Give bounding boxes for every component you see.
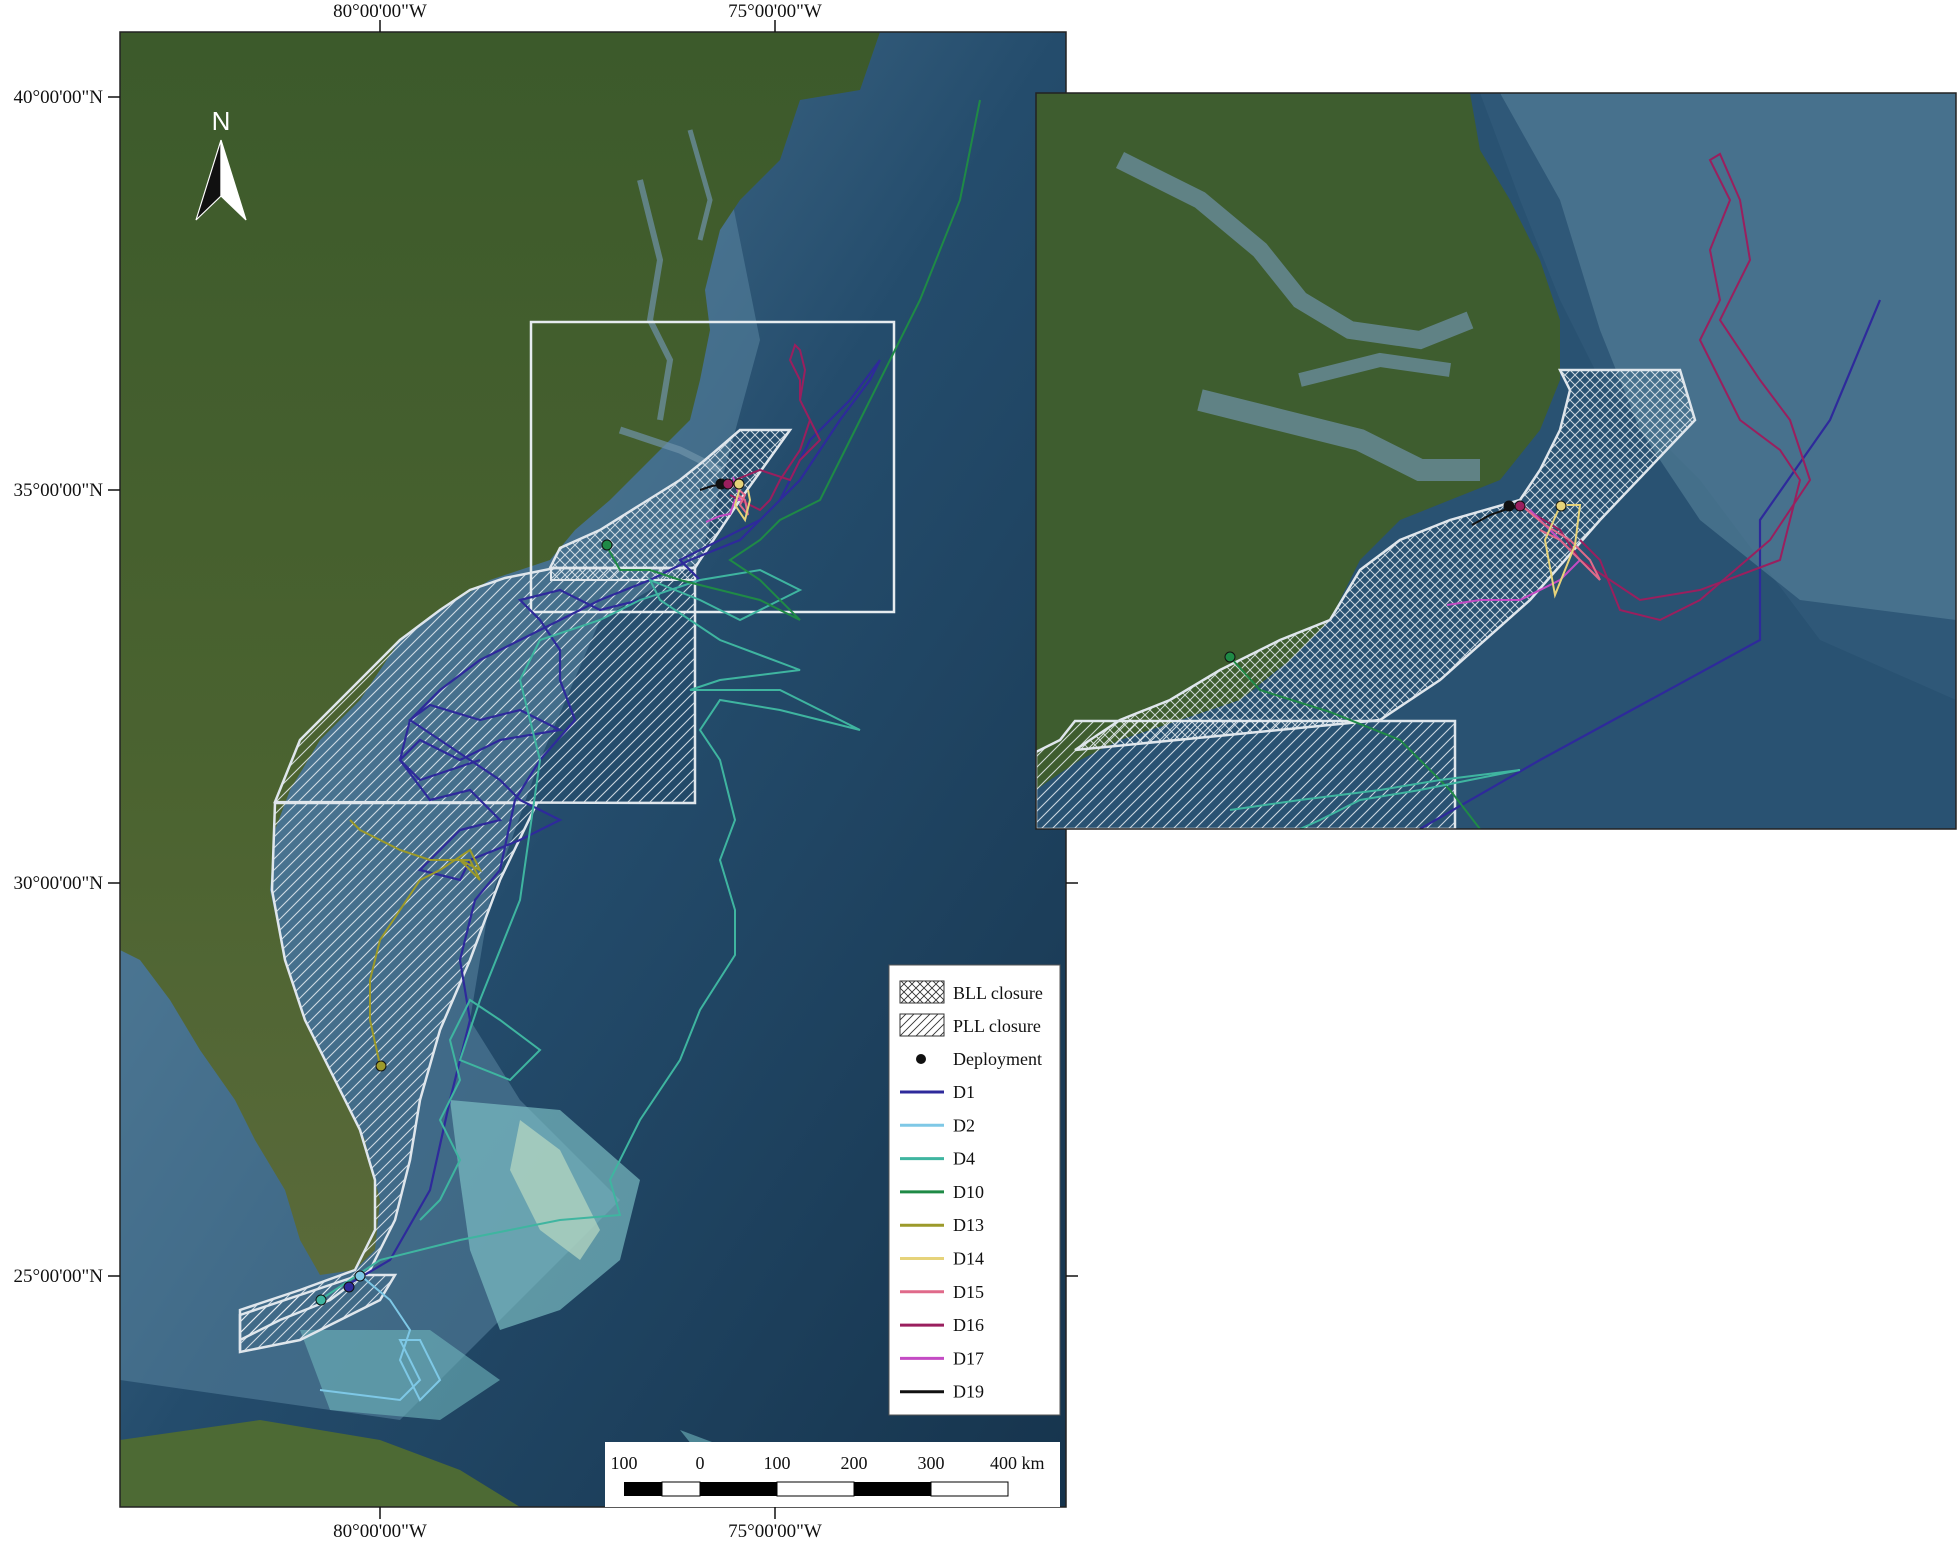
left-latitude-label: 40°00'00"N — [14, 87, 104, 108]
legend-label: D15 — [953, 1282, 984, 1302]
legend-swatch-pll — [899, 1013, 945, 1037]
top-longitude-label: 75°00'00"W — [728, 1, 822, 22]
figure-canvas: 80°00'00"W 75°00'00"W 80°00'00"W 75°00'0… — [14, 1, 1957, 1542]
legend-swatch-deployment — [916, 1054, 926, 1064]
legend-label: BLL closure — [953, 983, 1043, 1003]
legend-label: D2 — [953, 1115, 975, 1135]
scale-label: 400 km — [990, 1453, 1045, 1473]
deployment-point — [354, 1270, 366, 1282]
legend-label: D4 — [953, 1149, 975, 1169]
deployment-point — [375, 1060, 387, 1072]
deployment-point — [1555, 500, 1567, 512]
inset-map — [1035, 92, 1957, 830]
deployment-point — [601, 539, 613, 551]
legend: BLL closure PLL closure Deployment D1 D2 D… — [888, 964, 1061, 1416]
legend-label: D17 — [953, 1348, 984, 1368]
scale-bar: 100 0 100 200 300 400 km — [605, 1442, 1060, 1507]
left-latitude-label: 35°00'00"N — [14, 480, 104, 501]
scale-label: 100 — [611, 1453, 638, 1473]
main-map: 80°00'00"W 75°00'00"W 80°00'00"W 75°00'0… — [14, 1, 1078, 1542]
legend-label: PLL closure — [953, 1016, 1041, 1036]
legend-label: D19 — [953, 1382, 984, 1402]
deployment-point — [343, 1281, 355, 1293]
north-arrow-label: N — [212, 106, 231, 136]
scale-label: 200 — [841, 1453, 868, 1473]
legend-label: D13 — [953, 1215, 984, 1235]
scale-label: 300 — [918, 1453, 945, 1473]
scale-label: 0 — [696, 1453, 705, 1473]
bottom-longitude-label: 75°00'00"W — [728, 1521, 822, 1542]
deployment-point — [733, 478, 745, 490]
left-latitude-label: 25°00'00"N — [14, 1266, 104, 1287]
deployment-point — [1224, 651, 1236, 663]
deployment-point — [315, 1294, 327, 1306]
legend-label: Deployment — [953, 1049, 1042, 1069]
legend-label: D10 — [953, 1182, 984, 1202]
deployment-point — [1514, 500, 1526, 512]
scale-label: 100 — [764, 1453, 791, 1473]
bottom-longitude-label: 80°00'00"W — [333, 1521, 427, 1542]
legend-label: D1 — [953, 1082, 975, 1102]
legend-label: D16 — [953, 1315, 984, 1335]
top-longitude-label: 80°00'00"W — [333, 1, 427, 22]
legend-label: D14 — [953, 1249, 984, 1269]
legend-swatch-bll — [899, 980, 945, 1004]
deployment-point — [1503, 500, 1515, 512]
left-latitude-label: 30°00'00"N — [14, 873, 104, 894]
deployment-point — [722, 478, 734, 490]
